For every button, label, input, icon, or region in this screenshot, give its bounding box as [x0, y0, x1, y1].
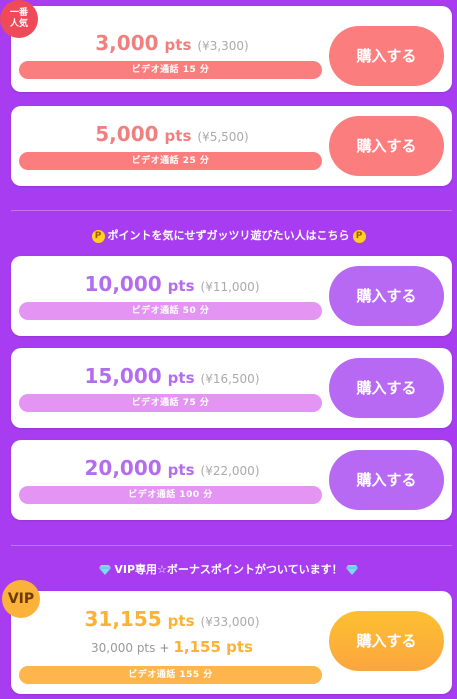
- plan-points: 31,155: [84, 607, 162, 631]
- plan-points-unit: pts: [167, 369, 195, 387]
- buy-button-3000[interactable]: 購入する: [329, 26, 444, 86]
- video-call-minutes-bar: ビデオ通話 15 分: [19, 61, 322, 79]
- plan-card-20000: 20,000 pts (¥22,000) ビデオ通話 100 分 購入する: [11, 440, 452, 520]
- plan-price: (¥16,500): [200, 372, 260, 386]
- buy-button-vip[interactable]: 購入する: [329, 611, 444, 671]
- plan-points-unit: pts: [167, 612, 195, 630]
- diamond-icon: [99, 565, 112, 575]
- diamond-icon: [345, 565, 358, 575]
- buy-button-5000[interactable]: 購入する: [329, 116, 444, 176]
- plan-points: 5,000: [95, 122, 159, 146]
- video-call-minutes-bar: ビデオ通話 25 分: [19, 152, 322, 170]
- buy-button-20000[interactable]: 購入する: [329, 450, 444, 510]
- plan-card-5000: 5,000 pts (¥5,500) ビデオ通話 25 分 購入する: [11, 106, 452, 186]
- section-divider: [11, 210, 452, 211]
- plan-points: 15,000: [84, 364, 162, 388]
- popular-badge: 一番 人気: [2, 2, 36, 36]
- buy-button-10000[interactable]: 購入する: [329, 266, 444, 326]
- video-call-minutes-bar: ビデオ通話 100 分: [19, 486, 322, 504]
- section-heading-points: P ポイントを気にせずガッツリ遊びたい人はこちら P: [0, 227, 457, 243]
- base-points: 30,000 pts: [91, 641, 156, 655]
- buy-button-15000[interactable]: 購入する: [329, 358, 444, 418]
- coin-icon: P: [352, 229, 366, 243]
- plan-card-10000: 10,000 pts (¥11,000) ビデオ通話 50 分 購入する: [11, 256, 452, 336]
- plan-price: (¥5,500): [197, 130, 249, 144]
- plus-sign: +: [159, 641, 170, 655]
- plan-points-unit: pts: [164, 36, 192, 54]
- bonus-breakdown: 30,000 pts +1,155 pts: [19, 638, 325, 656]
- plan-points-unit: pts: [167, 277, 195, 295]
- plan-price: (¥22,000): [200, 464, 260, 478]
- video-call-minutes-bar: ビデオ通話 50 分: [19, 302, 322, 320]
- plan-points-unit: pts: [164, 127, 192, 145]
- vip-badge: VIP: [2, 580, 40, 618]
- section-divider: [11, 545, 452, 546]
- section-heading-vip: VIP専用☆ボーナスポイントがついています！: [0, 561, 457, 577]
- plan-price: (¥33,000): [200, 615, 260, 629]
- coin-icon: P: [91, 229, 105, 243]
- video-call-minutes-bar: ビデオ通話 155 分: [19, 666, 322, 684]
- plan-points-unit: pts: [167, 461, 195, 479]
- plan-points: 3,000: [95, 31, 159, 55]
- plan-points: 10,000: [84, 272, 162, 296]
- plan-card-vip: 31,155 pts (¥33,000) 30,000 pts +1,155 pts …: [11, 591, 452, 694]
- video-call-minutes-bar: ビデオ通話 75 分: [19, 394, 322, 412]
- plan-price: (¥11,000): [200, 280, 260, 294]
- plan-card-3000: 3,000 pts (¥3,300) ビデオ通話 15 分 購入する: [11, 6, 452, 92]
- plan-price: (¥3,300): [197, 39, 249, 53]
- plan-points: 20,000: [84, 456, 162, 480]
- plan-card-15000: 15,000 pts (¥16,500) ビデオ通話 75 分 購入する: [11, 348, 452, 428]
- bonus-points: 1,155 pts: [173, 638, 253, 656]
